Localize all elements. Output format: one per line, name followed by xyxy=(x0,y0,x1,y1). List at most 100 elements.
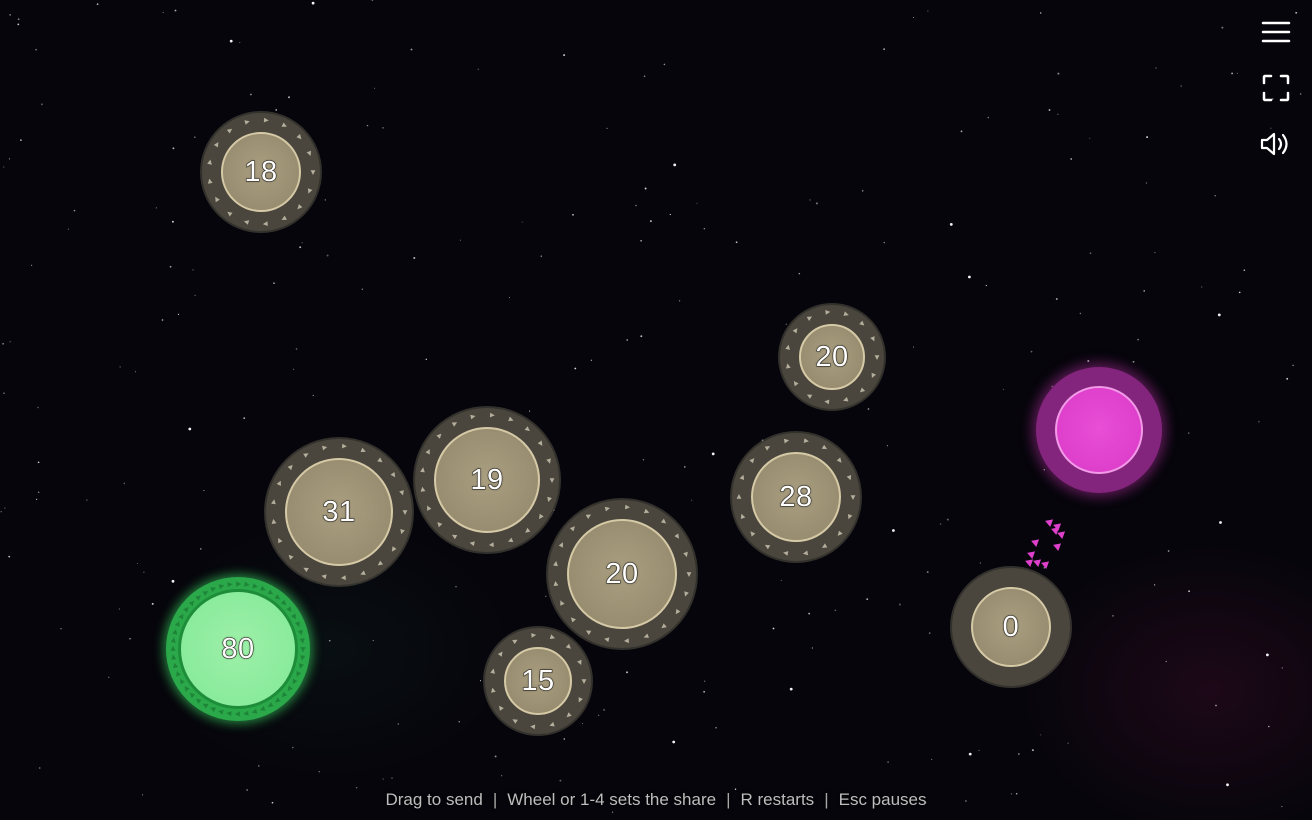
star xyxy=(590,359,593,361)
planet-neutral[interactable]: 19 xyxy=(415,408,559,552)
star xyxy=(239,42,241,44)
star xyxy=(883,241,885,244)
star xyxy=(382,127,384,129)
star xyxy=(1087,360,1090,362)
star xyxy=(640,335,643,338)
star xyxy=(960,130,963,133)
star xyxy=(603,709,605,711)
star xyxy=(1268,725,1270,728)
star xyxy=(151,602,154,605)
star xyxy=(644,187,647,190)
star xyxy=(258,765,260,767)
fleet-ship xyxy=(1031,539,1040,547)
star xyxy=(1266,653,1269,657)
star xyxy=(295,348,298,350)
star xyxy=(1079,312,1082,315)
star xyxy=(1221,26,1224,29)
star xyxy=(672,740,676,744)
fleet-ship xyxy=(1033,559,1042,567)
star xyxy=(1030,350,1033,353)
star xyxy=(172,147,175,150)
star xyxy=(1057,72,1060,75)
planet-enemy[interactable] xyxy=(1036,367,1162,493)
planet-neutral[interactable]: 28 xyxy=(732,433,860,561)
help-drag: Drag to send xyxy=(385,790,483,809)
star xyxy=(86,499,88,501)
star xyxy=(780,580,782,582)
planet-neutral[interactable]: 0 xyxy=(952,568,1070,686)
star xyxy=(1231,72,1234,75)
ui-controls xyxy=(1258,14,1298,182)
star xyxy=(171,220,174,223)
game-board[interactable]: 18 20 31 19 28 20 80 15 0 Drag to send |… xyxy=(0,0,1312,820)
star xyxy=(1236,72,1238,74)
planet-player[interactable]: 80 xyxy=(166,577,310,721)
star xyxy=(1215,704,1217,707)
star xyxy=(545,595,547,597)
star xyxy=(2,342,4,345)
help-separator: | xyxy=(824,790,829,809)
planet-unit-count: 28 xyxy=(779,480,813,513)
star xyxy=(606,127,608,130)
planet-unit-count: 0 xyxy=(1002,610,1020,643)
star xyxy=(273,282,275,284)
star xyxy=(318,771,320,773)
star xyxy=(1226,783,1229,787)
sound-button[interactable] xyxy=(1258,126,1294,162)
star xyxy=(161,319,164,321)
star xyxy=(1219,521,1222,524)
planet-neutral[interactable]: 18 xyxy=(202,113,320,231)
fullscreen-icon xyxy=(1262,74,1290,102)
planet-neutral[interactable]: 31 xyxy=(266,439,412,585)
star xyxy=(108,676,110,679)
planet-unit-count: 20 xyxy=(605,557,639,590)
star xyxy=(0,511,2,513)
star xyxy=(119,366,121,368)
star xyxy=(40,103,43,106)
star xyxy=(382,778,384,780)
planet-neutral[interactable]: 15 xyxy=(485,628,591,734)
planet-unit-count: 80 xyxy=(221,632,255,665)
star xyxy=(229,39,233,43)
star xyxy=(703,691,705,693)
star xyxy=(136,562,139,565)
star xyxy=(1201,286,1203,288)
star xyxy=(626,671,628,674)
star xyxy=(927,10,929,12)
star xyxy=(425,358,428,361)
star xyxy=(949,223,953,226)
star xyxy=(635,204,637,207)
star xyxy=(162,11,164,14)
star xyxy=(1258,421,1260,423)
fleet-ship xyxy=(1057,531,1066,539)
fleet-ship xyxy=(1041,561,1050,569)
star xyxy=(521,221,523,223)
star xyxy=(643,75,646,78)
star xyxy=(397,723,400,725)
star xyxy=(391,777,393,779)
star xyxy=(459,239,461,241)
menu-button[interactable] xyxy=(1258,14,1294,50)
star xyxy=(968,752,972,756)
help-wheel: Wheel or 1-4 sets the share xyxy=(507,790,717,809)
star xyxy=(35,48,37,51)
help-separator: | xyxy=(492,790,498,809)
star xyxy=(979,562,981,564)
star xyxy=(563,738,566,740)
star xyxy=(1238,291,1241,294)
star xyxy=(1292,364,1294,367)
star xyxy=(931,758,933,760)
planet-neutral[interactable]: 20 xyxy=(548,500,696,648)
star xyxy=(293,368,295,370)
star xyxy=(811,647,814,649)
star xyxy=(8,158,10,160)
star xyxy=(642,459,645,461)
star xyxy=(324,199,326,201)
planet-neutral[interactable]: 20 xyxy=(780,305,884,409)
star xyxy=(892,529,895,532)
star xyxy=(67,228,69,230)
star xyxy=(1153,584,1156,586)
star xyxy=(96,3,99,6)
star xyxy=(372,640,374,642)
fullscreen-button[interactable] xyxy=(1258,70,1294,106)
